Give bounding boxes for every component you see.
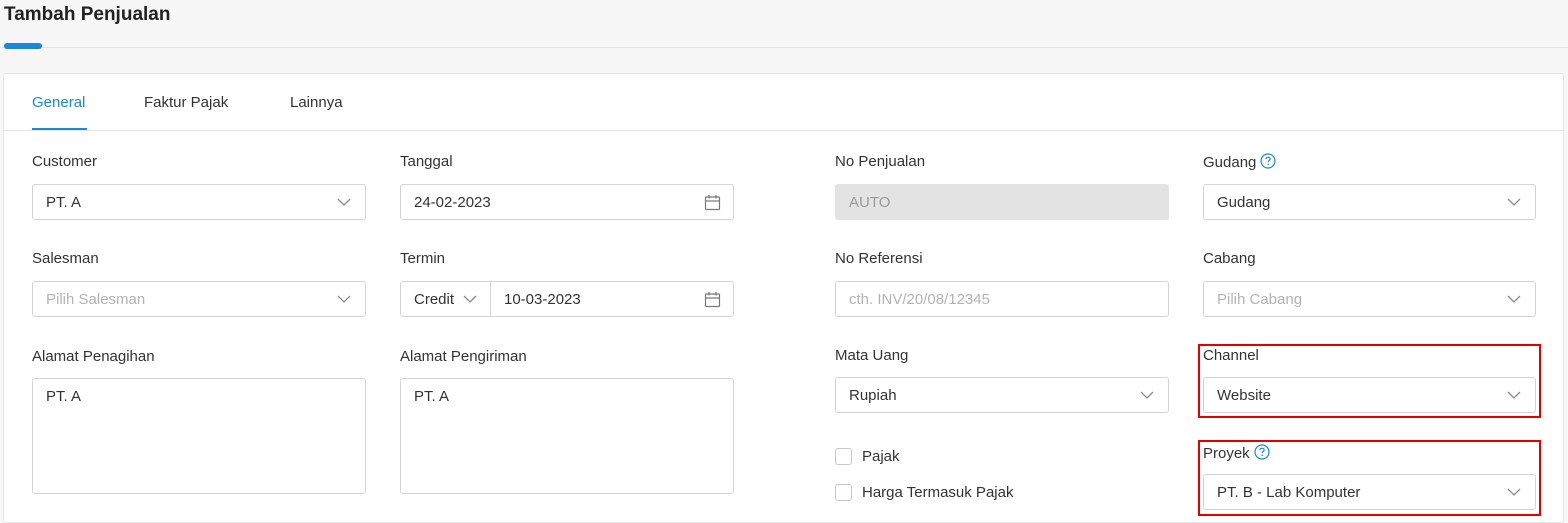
alamat-pengiriman-textarea[interactable]: PT. A bbox=[400, 378, 734, 494]
calendar-icon[interactable] bbox=[704, 194, 721, 211]
termin-group: Credit 10-03-2023 bbox=[400, 281, 734, 317]
salesman-placeholder: Pilih Salesman bbox=[46, 290, 146, 308]
chevron-down-icon[interactable] bbox=[463, 292, 477, 306]
no-referensi-placeholder: cth. INV/20/08/12345 bbox=[849, 290, 990, 308]
tanggal-date-input[interactable]: 24-02-2023 bbox=[400, 184, 734, 220]
gudang-label: Gudang bbox=[1203, 153, 1276, 171]
mata-uang-value: Rupiah bbox=[849, 386, 897, 404]
tanggal-label: Tanggal bbox=[400, 153, 453, 170]
termin-date-input[interactable]: 10-03-2023 bbox=[504, 291, 581, 308]
termin-divider bbox=[490, 282, 491, 316]
form-card: General Faktur Pajak Lainnya Customer PT… bbox=[3, 73, 1564, 523]
alamat-penagihan-label: Alamat Penagihan bbox=[32, 348, 155, 365]
help-circle-icon[interactable] bbox=[1260, 153, 1276, 169]
pajak-checkbox[interactable] bbox=[835, 448, 852, 465]
proyek-highlight-box bbox=[1198, 440, 1541, 516]
tab-general[interactable]: General bbox=[32, 94, 85, 111]
customer-select[interactable]: PT. A bbox=[32, 184, 366, 220]
customer-label: Customer bbox=[32, 153, 98, 170]
active-tab-indicator bbox=[32, 128, 87, 130]
termin-label: Termin bbox=[400, 250, 446, 267]
no-referensi-label: No Referensi bbox=[835, 250, 923, 267]
salesman-label: Salesman bbox=[32, 250, 99, 267]
customer-value: PT. A bbox=[46, 193, 82, 211]
salesman-select[interactable]: Pilih Salesman bbox=[32, 281, 366, 317]
no-penjualan-value: AUTO bbox=[849, 193, 891, 211]
termin-type-select[interactable]: Credit bbox=[414, 291, 454, 308]
harga-termasuk-pajak-label: Harga Termasuk Pajak bbox=[862, 484, 1014, 501]
cabang-label: Cabang bbox=[1203, 250, 1256, 267]
chevron-down-icon bbox=[337, 295, 351, 303]
title-divider bbox=[0, 47, 1568, 48]
gudang-value: Gudang bbox=[1217, 193, 1271, 211]
alamat-penagihan-textarea[interactable]: PT. A bbox=[32, 378, 366, 494]
tab-bar: General Faktur Pajak Lainnya bbox=[4, 74, 1563, 131]
no-referensi-input[interactable]: cth. INV/20/08/12345 bbox=[835, 281, 1169, 317]
gudang-select[interactable]: Gudang bbox=[1203, 184, 1536, 220]
mata-uang-select[interactable]: Rupiah bbox=[835, 377, 1169, 413]
no-penjualan-label: No Penjualan bbox=[835, 153, 926, 170]
title-accent-bar bbox=[4, 43, 42, 49]
calendar-icon[interactable] bbox=[704, 291, 721, 308]
cabang-placeholder: Pilih Cabang bbox=[1217, 290, 1303, 308]
chevron-down-icon bbox=[1507, 198, 1521, 206]
tab-faktur-pajak[interactable]: Faktur Pajak bbox=[144, 94, 228, 111]
chevron-down-icon bbox=[1140, 391, 1154, 399]
no-penjualan-input: AUTO bbox=[835, 184, 1169, 220]
mata-uang-label: Mata Uang bbox=[835, 347, 909, 364]
alamat-pengiriman-label: Alamat Pengiriman bbox=[400, 348, 527, 365]
tab-lainnya[interactable]: Lainnya bbox=[290, 94, 343, 111]
harga-termasuk-pajak-checkbox[interactable] bbox=[835, 484, 852, 501]
chevron-down-icon bbox=[1507, 295, 1521, 303]
pajak-label: Pajak bbox=[862, 448, 900, 465]
tanggal-value: 24-02-2023 bbox=[414, 193, 491, 211]
cabang-select[interactable]: Pilih Cabang bbox=[1203, 281, 1536, 317]
chevron-down-icon bbox=[337, 198, 351, 206]
channel-highlight-box bbox=[1198, 344, 1541, 418]
page-title: Tambah Penjualan bbox=[4, 4, 171, 25]
gudang-label-text: Gudang bbox=[1203, 154, 1257, 171]
